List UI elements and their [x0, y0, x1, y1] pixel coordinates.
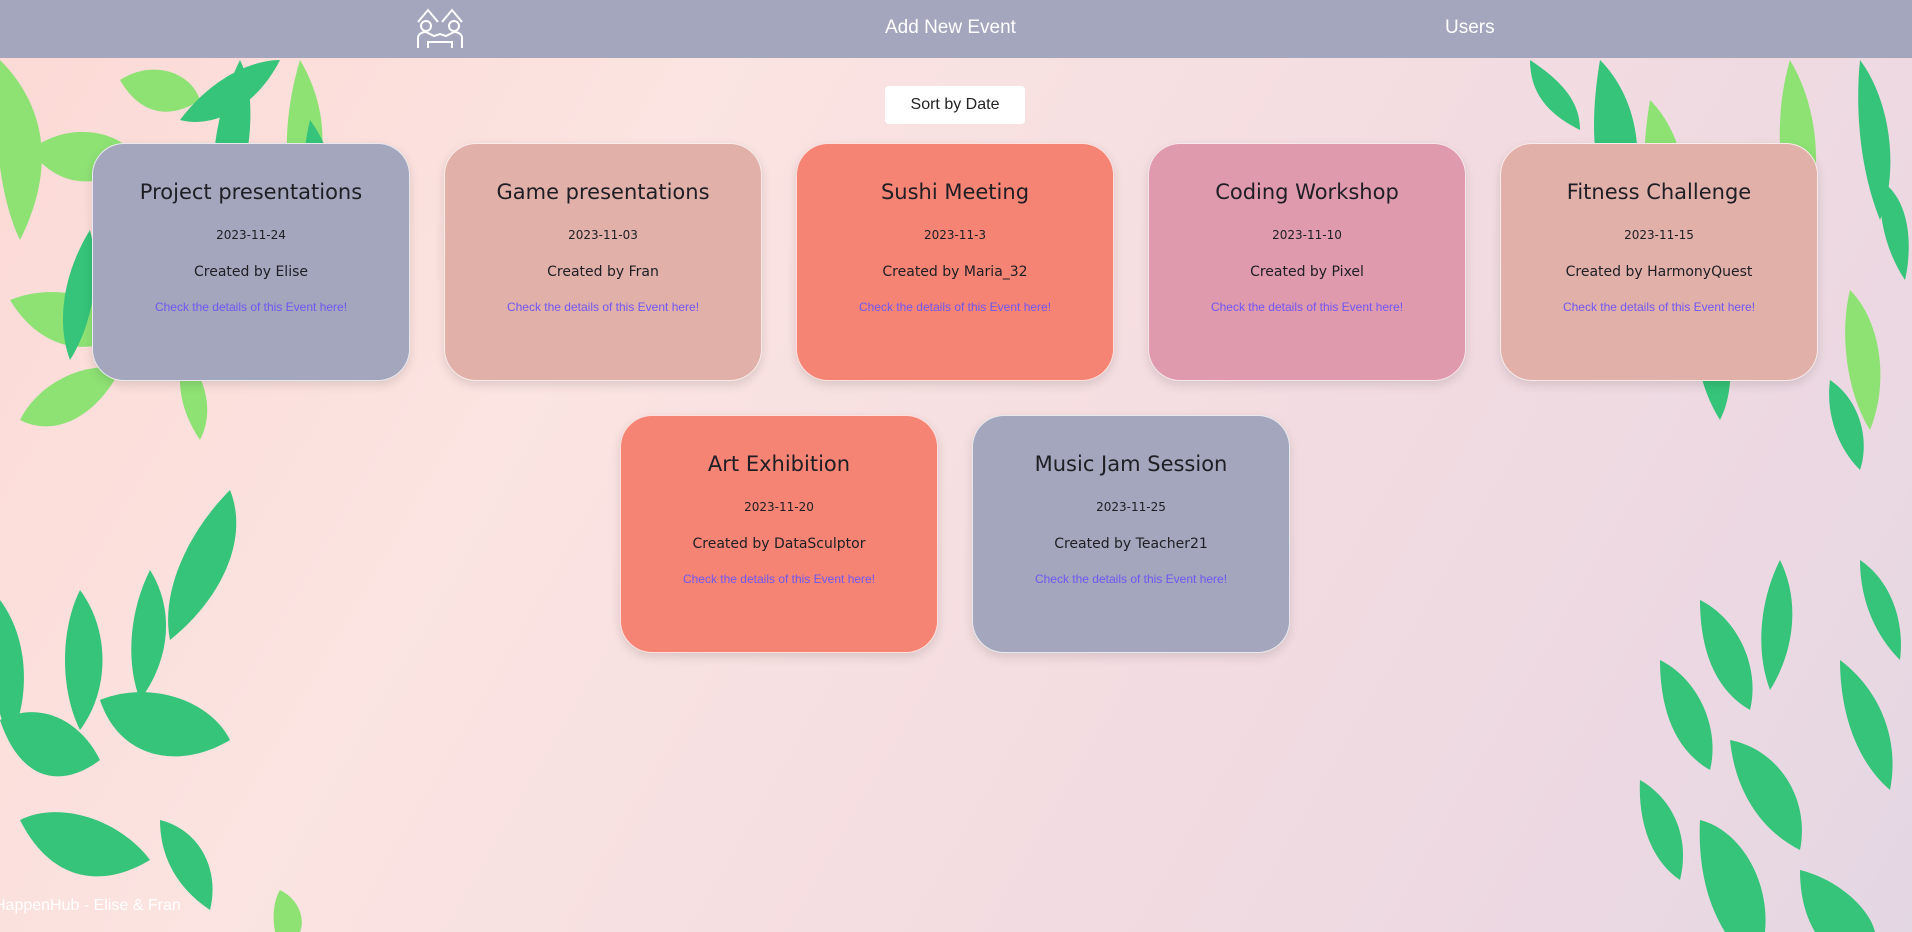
- footer-credit: HappenHub - Elise & Fran: [0, 897, 181, 914]
- event-title: Fitness Challenge: [1566, 180, 1752, 204]
- background-leaves: [0, 60, 1909, 932]
- event-creator: Created by Teacher21: [1054, 536, 1208, 552]
- event-card[interactable]: Coding Workshop 2023-11-10 Created by Pi…: [1148, 143, 1466, 381]
- event-details-link[interactable]: Check the details of this Event here!: [507, 300, 699, 314]
- event-date: 2023-11-10: [1272, 228, 1342, 242]
- nav-users-link[interactable]: Users: [1445, 17, 1495, 39]
- event-details-link[interactable]: Check the details of this Event here!: [155, 300, 347, 314]
- event-title: Coding Workshop: [1215, 180, 1399, 204]
- event-creator: Created by DataSculptor: [692, 536, 866, 552]
- event-details-link[interactable]: Check the details of this Event here!: [1211, 300, 1403, 314]
- event-card[interactable]: Game presentations 2023-11-03 Created by…: [444, 143, 762, 381]
- event-creator: Created by Pixel: [1250, 264, 1364, 280]
- event-title: Music Jam Session: [1034, 452, 1228, 476]
- sort-by-date-button[interactable]: Sort by Date: [885, 86, 1025, 124]
- people-house-logo-icon[interactable]: [414, 4, 466, 52]
- event-title: Art Exhibition: [707, 452, 851, 476]
- nav-add-new-event-link[interactable]: Add New Event: [885, 17, 1016, 39]
- event-date: 2023-11-3: [923, 228, 987, 242]
- event-details-link[interactable]: Check the details of this Event here!: [1563, 300, 1755, 314]
- event-card[interactable]: Sushi Meeting 2023-11-3 Created by Maria…: [796, 143, 1114, 381]
- event-date: 2023-11-20: [744, 500, 814, 514]
- event-creator: Created by HarmonyQuest: [1565, 264, 1753, 280]
- event-card[interactable]: Music Jam Session 2023-11-25 Created by …: [972, 415, 1290, 653]
- event-card[interactable]: Art Exhibition 2023-11-20 Created by Dat…: [620, 415, 938, 653]
- event-creator: Created by Fran: [547, 264, 659, 280]
- event-card[interactable]: Fitness Challenge 2023-11-15 Created by …: [1500, 143, 1818, 381]
- event-details-link[interactable]: Check the details of this Event here!: [1035, 572, 1227, 586]
- event-date: 2023-11-24: [216, 228, 286, 242]
- event-date: 2023-11-25: [1096, 500, 1166, 514]
- event-date: 2023-11-03: [568, 228, 638, 242]
- event-details-link[interactable]: Check the details of this Event here!: [859, 300, 1051, 314]
- event-title: Game presentations: [496, 180, 710, 204]
- event-title: Sushi Meeting: [880, 180, 1030, 204]
- event-creator: Created by Maria_32: [882, 264, 1028, 280]
- event-creator: Created by Elise: [193, 264, 308, 280]
- event-date: 2023-11-15: [1624, 228, 1694, 242]
- event-details-link[interactable]: Check the details of this Event here!: [683, 572, 875, 586]
- event-card[interactable]: Project presentations 2023-11-24 Created…: [92, 143, 410, 381]
- top-navbar: Add New Event Users: [0, 0, 1912, 58]
- event-title: Project presentations: [139, 180, 363, 204]
